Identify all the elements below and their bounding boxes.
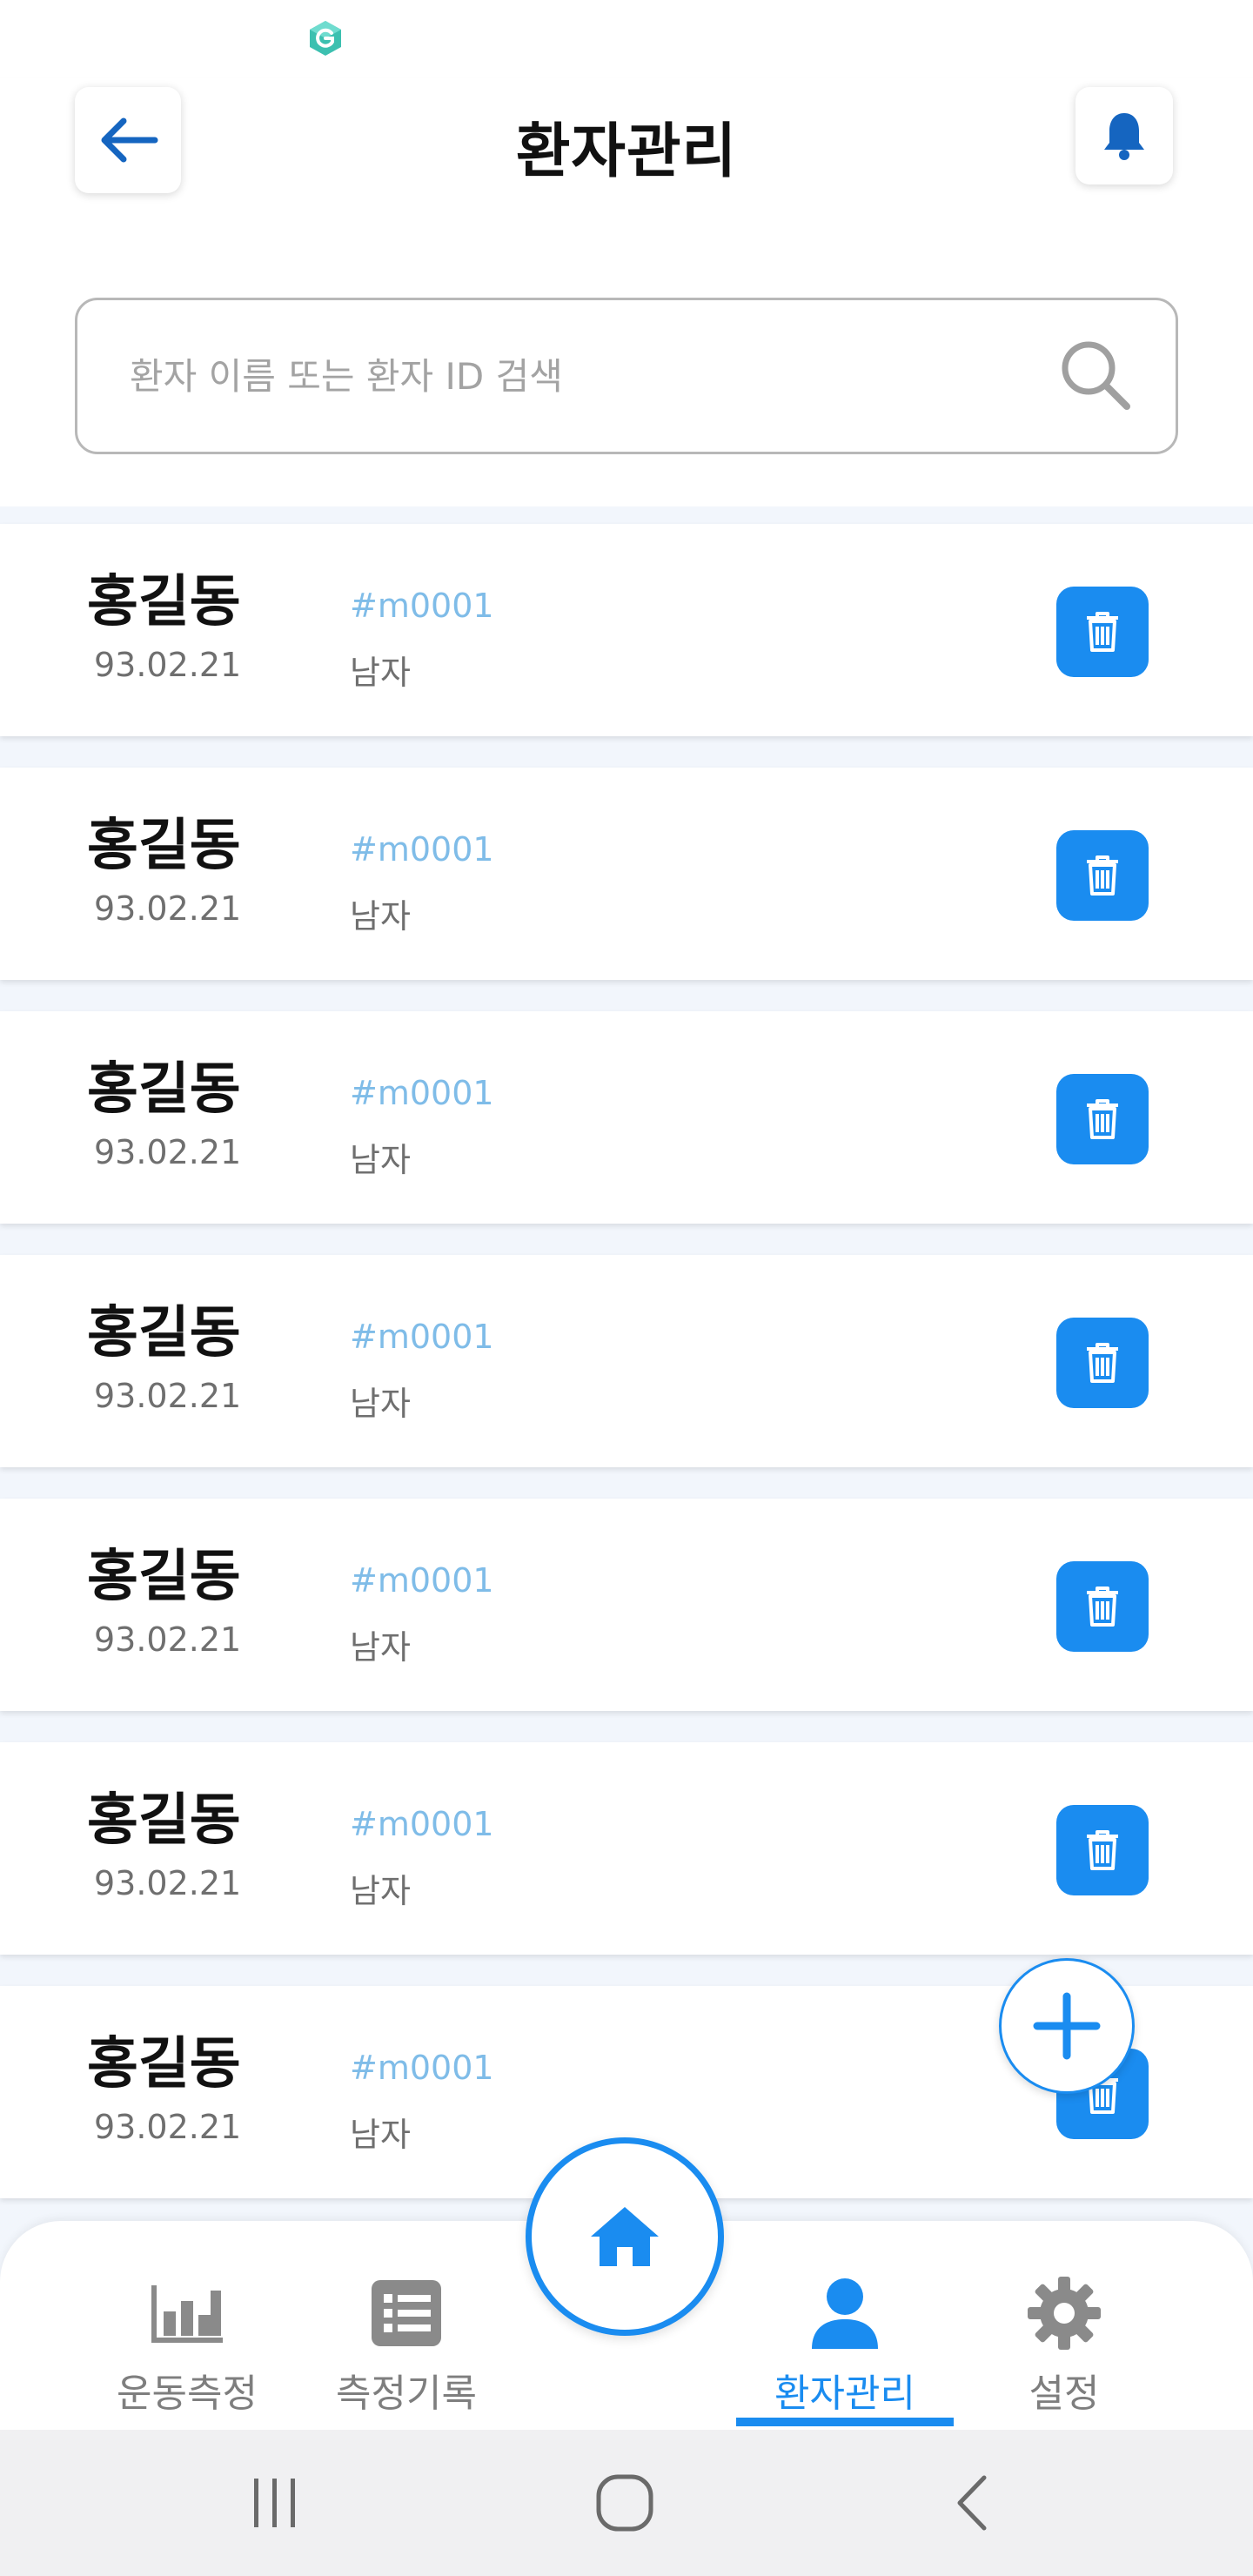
patient-gender: 남자 [350,2116,411,2154]
bell-icon [1104,113,1144,160]
patient-card[interactable]: 홍길동 93.02.21 #m0001 남자 [0,1742,1253,1955]
app-header: 환자관리 [0,78,1253,244]
patient-name: 홍길동 [87,1545,241,1609]
patient-name: 홍길동 [87,814,241,878]
person-icon [736,2270,954,2357]
gear-icon [955,2270,1173,2357]
patient-id: #m0001 [350,1561,494,1600]
chevron-left-icon [957,2475,987,2531]
patient-birthdate: 93.02.21 [94,889,242,928]
active-tab-indicator [736,2418,954,2426]
search-box [75,298,1178,454]
patient-birthdate: 93.02.21 [94,2108,242,2146]
notification-button[interactable] [1075,87,1173,184]
nav-item-exercise-measure[interactable]: 운동측정 [78,2261,296,2430]
nav-label: 운동측정 [117,2371,258,2416]
add-patient-button[interactable] [999,1958,1135,2094]
search-input[interactable] [130,300,1052,452]
patient-id: #m0001 [350,2049,494,2087]
nav-label: 측정기록 [336,2371,477,2416]
patient-card[interactable]: 홍길동 93.02.21 #m0001 남자 [0,1255,1253,1467]
patient-birthdate: 93.02.21 [94,1377,242,1415]
patient-id: #m0001 [350,1805,494,1843]
list-icon [298,2270,515,2357]
search-icon[interactable] [1054,333,1137,417]
page-title: 환자관리 [515,117,738,186]
patient-management-screen: 환자관리 홍길동 93.02.21 #m0001 남자 [0,0,1253,2576]
bar-chart-icon [78,2270,296,2357]
status-bar [0,0,1253,78]
patient-name: 홍길동 [87,570,241,634]
nav-label: 환자관리 [774,2371,915,2416]
patient-gender: 남자 [350,1872,411,1910]
recent-apps-icon [254,2479,295,2527]
patient-name: 홍길동 [87,2032,241,2096]
system-navigation-bar [0,2430,1253,2576]
trash-icon [1087,612,1118,652]
patient-name: 홍길동 [87,1057,241,1122]
trash-icon [1087,1099,1118,1139]
trash-icon [1087,855,1118,896]
patient-gender: 남자 [350,1628,411,1667]
patient-name: 홍길동 [87,1788,241,1853]
home-circle-icon [596,2474,653,2532]
nav-label: 설정 [1029,2371,1100,2416]
delete-patient-button[interactable] [1056,587,1149,677]
home-icon [591,2207,659,2266]
system-back-button[interactable] [919,2468,1023,2538]
system-home-button[interactable] [573,2468,677,2538]
delete-patient-button[interactable] [1056,1318,1149,1408]
search-section [0,244,1253,506]
patient-card[interactable]: 홍길동 93.02.21 #m0001 남자 [0,768,1253,980]
delete-patient-button[interactable] [1056,1561,1149,1652]
patient-gender: 남자 [350,1385,411,1423]
delete-patient-button[interactable] [1056,1805,1149,1895]
patient-card[interactable]: 홍길동 93.02.21 #m0001 남자 [0,1499,1253,1711]
home-button[interactable] [526,2137,724,2336]
nav-item-measure-records[interactable]: 측정기록 [298,2261,515,2430]
delete-patient-button[interactable] [1056,830,1149,921]
patient-id: #m0001 [350,1318,494,1356]
patient-id: #m0001 [350,830,494,869]
nav-item-patient-management[interactable]: 환자관리 [736,2261,954,2430]
patient-birthdate: 93.02.21 [94,1620,242,1659]
patient-gender: 남자 [350,897,411,936]
trash-icon [1087,1587,1118,1627]
patient-id: #m0001 [350,587,494,625]
patient-birthdate: 93.02.21 [94,646,242,684]
recent-apps-button[interactable] [223,2468,327,2538]
delete-patient-button[interactable] [1056,1074,1149,1164]
nav-item-settings[interactable]: 설정 [955,2261,1173,2430]
trash-icon [1087,1830,1118,1870]
patient-id: #m0001 [350,1074,494,1112]
patient-gender: 남자 [350,654,411,692]
app-logo-icon [310,21,341,56]
patient-name: 홍길동 [87,1301,241,1365]
patient-card[interactable]: 홍길동 93.02.21 #m0001 남자 [0,1011,1253,1224]
trash-icon [1087,1343,1118,1383]
plus-icon [1033,1992,1101,2060]
patient-gender: 남자 [350,1141,411,1179]
patient-birthdate: 93.02.21 [94,1864,242,1902]
patient-birthdate: 93.02.21 [94,1133,242,1171]
patient-card[interactable]: 홍길동 93.02.21 #m0001 남자 [0,524,1253,736]
